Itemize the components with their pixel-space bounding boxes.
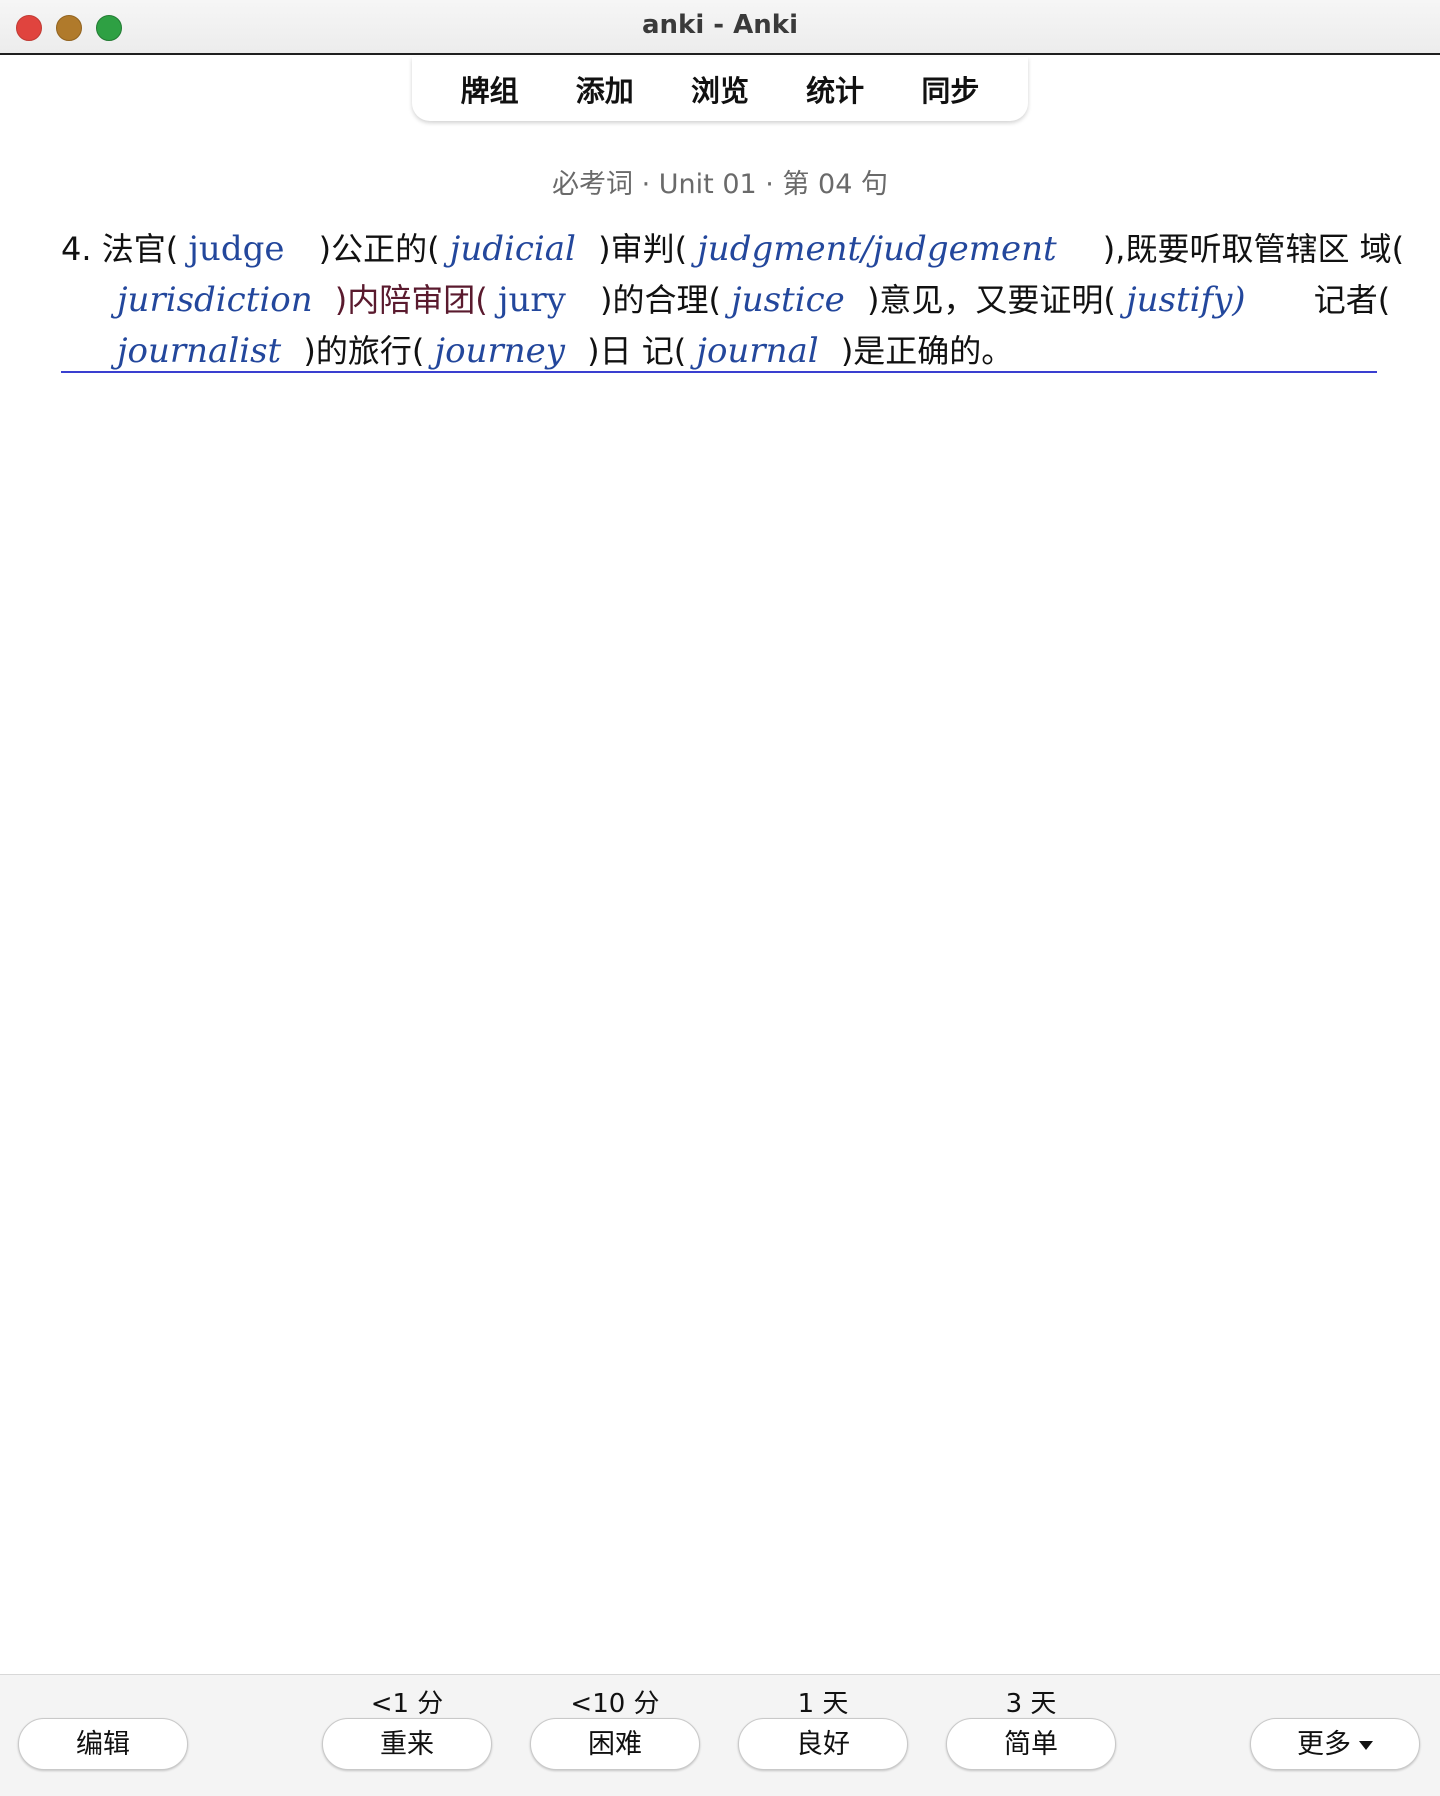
again-button[interactable]: 重来 (322, 1718, 492, 1770)
chevron-down-icon (1359, 1741, 1373, 1750)
sentence-text: 法官( (101, 230, 179, 268)
hard-button[interactable]: 困难 (530, 1718, 700, 1770)
toolbar-add[interactable]: 添加 (566, 64, 644, 114)
english-word: journey (434, 331, 565, 371)
deck-info: 必考词 · Unit 01 · 第 04 句 (552, 169, 888, 200)
english-word: judicial (449, 229, 576, 269)
toolbar-sync[interactable]: 同步 (911, 64, 989, 114)
sentence-text: )的旅行( (303, 332, 425, 370)
sentence-number: 4. (61, 230, 92, 268)
english-word: journal (696, 331, 819, 371)
sentence-text: )是正确的。 (840, 332, 1014, 370)
anki-window: anki - Anki 牌组 添加 浏览 统计 同步 必考词 · Unit 01… (0, 0, 1440, 1796)
window-title: anki - Anki (642, 10, 798, 40)
english-word: jury (497, 280, 566, 320)
english-word: judgment/judgement (697, 229, 1057, 269)
good-button[interactable]: 良好 (738, 1718, 908, 1770)
sentence-text: )的合理( (600, 281, 721, 319)
more-button[interactable]: 更多 (1250, 1718, 1420, 1770)
english-word: judge (188, 229, 285, 269)
toolbar-stats[interactable]: 统计 (796, 64, 874, 114)
sentence-text: )内陪审团( (334, 281, 488, 319)
toolbar-browse[interactable]: 浏览 (681, 64, 759, 114)
sentence-line-3: journalist )的旅行( journey )日 记( journal )… (61, 326, 1379, 377)
sentence-text: )日 记( (587, 332, 687, 370)
title-bar: anki - Anki (0, 0, 1440, 55)
sentence-line-1: 4. 法官( judge )公正的( judicial )审判( judgmen… (61, 224, 1404, 275)
english-word: justify) (1126, 280, 1246, 320)
card-sentence: 4. 法官( judge )公正的( judicial )审判( judgmen… (61, 224, 1404, 377)
english-word: justice (731, 280, 845, 320)
english-word: jurisdiction (117, 280, 313, 320)
sentence-text: ),既要听取管辖区 域( (1102, 230, 1405, 268)
sentence-line-2: jurisdiction )内陪审团( jury )的合理( justice )… (61, 275, 1390, 326)
more-label: 更多 (1297, 1729, 1351, 1760)
sentence-text: )意见，又要证明( (866, 281, 1116, 319)
answer-bar: 编辑 <1 分 重来 <10 分 困难 1 天 良好 3 天 简单 更多 (0, 1674, 1440, 1796)
toolbar-decks[interactable]: 牌组 (451, 64, 529, 114)
interval-good: 1 天 (797, 1689, 849, 1719)
sentence-text: )审判( (598, 230, 688, 268)
interval-easy: 3 天 (1005, 1689, 1057, 1719)
sentence-underline (61, 371, 1377, 373)
easy-button[interactable]: 简单 (946, 1718, 1116, 1770)
interval-hard: <10 分 (570, 1689, 660, 1719)
sentence-text: )公正的( (318, 230, 440, 268)
english-word: journalist (117, 331, 282, 371)
main-toolbar: 牌组 添加 浏览 统计 同步 (412, 57, 1028, 121)
sentence-text: 记者( (1313, 281, 1391, 319)
interval-again: <1 分 (370, 1689, 444, 1719)
edit-button[interactable]: 编辑 (18, 1718, 188, 1770)
